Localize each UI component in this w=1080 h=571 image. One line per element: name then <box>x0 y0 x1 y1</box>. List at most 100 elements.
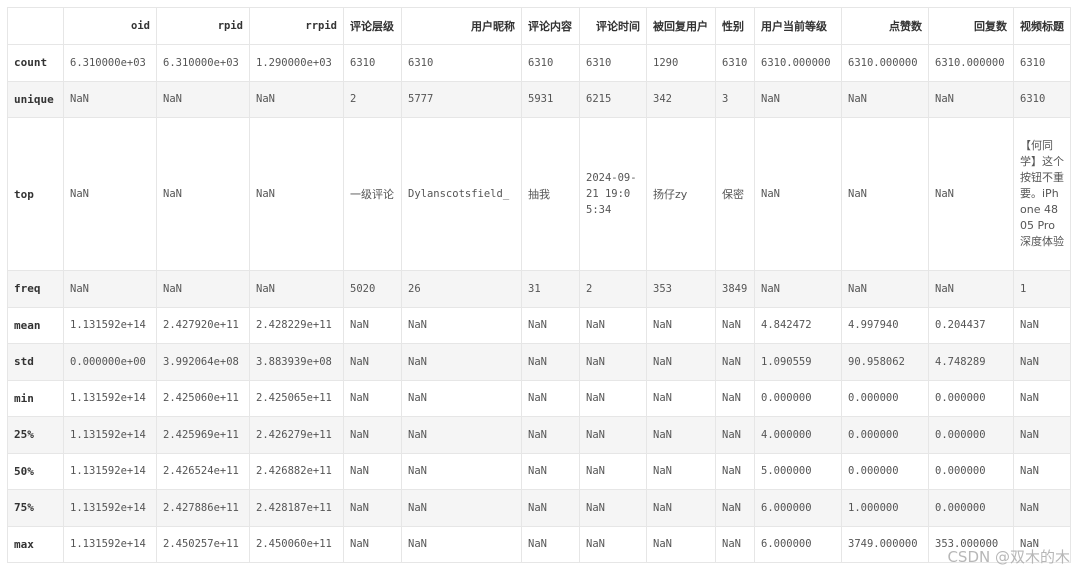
table-cell: 2.425060e+11 <box>156 379 250 417</box>
table-cell: NaN <box>715 306 755 344</box>
row-label: top <box>7 117 64 271</box>
table-cell: NaN <box>646 452 716 490</box>
table-cell: NaN <box>715 452 755 490</box>
table-cell: NaN <box>579 343 647 381</box>
table-cell: 6.000000 <box>754 489 842 527</box>
table-cell: 0.000000e+00 <box>63 343 157 381</box>
table-cell: NaN <box>249 117 344 271</box>
table-cell: 0.000000 <box>841 379 929 417</box>
table-cell: 5020 <box>343 270 402 308</box>
table-cell: NaN <box>521 306 580 344</box>
table-cell: 3849 <box>715 270 755 308</box>
table-cell: NaN <box>521 343 580 381</box>
table-cell: 0.204437 <box>928 306 1014 344</box>
table-cell: NaN <box>521 489 580 527</box>
table-cell: 2 <box>343 80 402 118</box>
table-cell: NaN <box>928 117 1014 271</box>
table-row: top NaN NaN NaN 一级评论 Dylanscotsfield_ 抽我 2024-0… <box>7 117 1071 271</box>
table-cell: 2.427886e+11 <box>156 489 250 527</box>
table-cell: 6310 <box>715 44 755 82</box>
table-cell: 3749.000000 <box>841 525 929 563</box>
table-cell: NaN <box>579 489 647 527</box>
table-cell: 抽我 <box>521 117 580 271</box>
table-cell: NaN <box>1013 416 1071 454</box>
table-cell: NaN <box>754 117 842 271</box>
table-row: 25% 1.131592e+14 2.425969e+11 2.426279e+11 N… <box>7 416 1071 454</box>
table-cell: NaN <box>715 343 755 381</box>
table-cell: 一级评论 <box>343 117 402 271</box>
table-cell: 6310.000000 <box>841 44 929 82</box>
table-cell: NaN <box>646 343 716 381</box>
table-cell: 6310.000000 <box>928 44 1014 82</box>
table-cell: 353.000000 <box>928 525 1014 563</box>
table-cell: 6.000000 <box>754 525 842 563</box>
column-header-replied-user: 被回复用户 <box>646 7 716 45</box>
table-cell: 0.000000 <box>841 452 929 490</box>
row-label: 25% <box>7 416 64 454</box>
describe-table: oid rpid rrpid 评论层级 用户昵称 评论内容 评论时间 被回复用户… <box>7 7 1071 563</box>
table-cell: 2.425065e+11 <box>249 379 344 417</box>
table-cell: NaN <box>343 416 402 454</box>
table-cell: NaN <box>579 452 647 490</box>
table-cell: 0.000000 <box>928 489 1014 527</box>
table-cell: 6.310000e+03 <box>156 44 250 82</box>
table-cell: NaN <box>343 489 402 527</box>
table-cell: NaN <box>521 452 580 490</box>
table-cell: NaN <box>63 80 157 118</box>
table-cell: 4.842472 <box>754 306 842 344</box>
table-cell: 2 <box>579 270 647 308</box>
table-cell: 342 <box>646 80 716 118</box>
column-header-rrpid: rrpid <box>249 7 344 45</box>
table-cell: NaN <box>156 80 250 118</box>
table-cell: NaN <box>928 80 1014 118</box>
table-cell: 6310 <box>343 44 402 82</box>
table-cell: NaN <box>646 416 716 454</box>
table-cell: 5931 <box>521 80 580 118</box>
table-cell: 31 <box>521 270 580 308</box>
table-cell: NaN <box>249 270 344 308</box>
table-cell: NaN <box>343 452 402 490</box>
table-cell: NaN <box>343 379 402 417</box>
table-cell: 0.000000 <box>754 379 842 417</box>
table-cell: 1.131592e+14 <box>63 416 157 454</box>
column-header-comment-level: 评论层级 <box>343 7 402 45</box>
table-cell: NaN <box>343 306 402 344</box>
table-cell: 4.000000 <box>754 416 842 454</box>
table-cell: NaN <box>401 452 522 490</box>
table-cell: NaN <box>715 525 755 563</box>
table-cell: NaN <box>1013 489 1071 527</box>
table-cell: NaN <box>156 117 250 271</box>
table-cell: 2.450060e+11 <box>249 525 344 563</box>
table-row: min 1.131592e+14 2.425060e+11 2.425065e+11 N… <box>7 379 1071 417</box>
table-cell: 1.131592e+14 <box>63 379 157 417</box>
table-cell: NaN <box>928 270 1014 308</box>
table-cell: 3 <box>715 80 755 118</box>
table-cell: NaN <box>401 343 522 381</box>
column-header-replies: 回复数 <box>928 7 1014 45</box>
table-cell: NaN <box>646 306 716 344</box>
table-row: mean 1.131592e+14 2.427920e+11 2.428229e+11… <box>7 306 1071 344</box>
table-cell: 1290 <box>646 44 716 82</box>
table-cell: NaN <box>715 379 755 417</box>
table-cell: 1 <box>1013 270 1071 308</box>
column-header-gender: 性别 <box>715 7 755 45</box>
column-header-comment-time: 评论时间 <box>579 7 647 45</box>
column-header-video-title: 视频标题 <box>1013 7 1071 45</box>
table-cell: NaN <box>1013 379 1071 417</box>
table-cell: 【何同学】这个按钮不重要。iPhone 4805 Pro深度体验 <box>1013 117 1071 271</box>
table-cell: 6310 <box>579 44 647 82</box>
table-row: freq NaN NaN NaN 5020 26 31 2 353 3849 NaN NaN NaN 1 <box>7 270 1071 308</box>
table-cell: NaN <box>401 306 522 344</box>
table-row: std 0.000000e+00 3.992064e+08 3.883939e+08 N… <box>7 343 1071 381</box>
table-cell: NaN <box>401 489 522 527</box>
row-label: min <box>7 379 64 417</box>
table-cell: NaN <box>1013 452 1071 490</box>
table-cell: 1.131592e+14 <box>63 452 157 490</box>
table-row: 50% 1.131592e+14 2.426524e+11 2.426882e+11 N… <box>7 452 1071 490</box>
table-cell: 3.883939e+08 <box>249 343 344 381</box>
table-cell: NaN <box>754 270 842 308</box>
index-header <box>7 7 64 45</box>
table-cell: 5.000000 <box>754 452 842 490</box>
row-label: 75% <box>7 489 64 527</box>
table-cell: NaN <box>646 525 716 563</box>
